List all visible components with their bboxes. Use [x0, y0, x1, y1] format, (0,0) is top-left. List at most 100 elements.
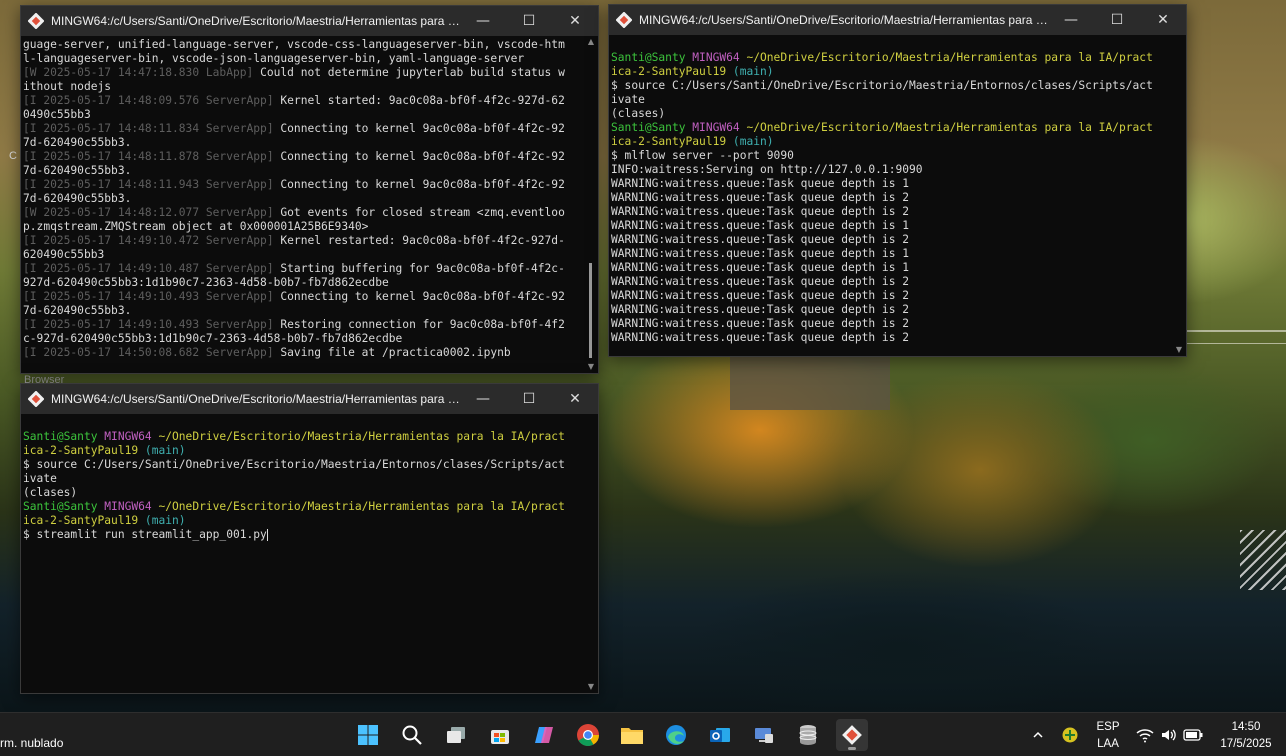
minimize-button[interactable]: — [460, 6, 506, 36]
terminal-line: l-languageserver-bin, vscode-json-langua… [23, 52, 584, 66]
maximize-button[interactable]: ☐ [1094, 5, 1140, 35]
scrollbar[interactable]: ▼ [586, 416, 596, 691]
terminal-line: p.zmqstream.ZMQStream object at 0x000001… [23, 220, 584, 234]
terminal-text: MINGW64 [104, 430, 159, 443]
battery-icon[interactable] [1180, 719, 1206, 751]
clock-date[interactable]: 17/5/2025 [1210, 738, 1282, 750]
language-indicator-bottom[interactable]: LAA [1092, 738, 1124, 750]
terminal-window-jupyter[interactable]: MINGW64:/c/Users/Santi/OneDrive/Escritor… [20, 5, 599, 374]
terminal-line: Santi@Santy MINGW64 ~/OneDrive/Escritori… [611, 51, 1172, 65]
minimize-button[interactable]: — [460, 384, 506, 414]
task-view-icon[interactable] [440, 719, 472, 751]
terminal-text: ithout nodejs [23, 80, 112, 93]
terminal-line: WARNING:waitress.queue:Task queue depth … [611, 317, 1172, 331]
language-indicator-top[interactable]: ESP [1092, 721, 1124, 733]
terminal-window-streamlit[interactable]: MINGW64:/c/Users/Santi/OneDrive/Escritor… [20, 383, 599, 694]
terminal-text: Restoring connection for 9ac0c08a-bf0f-4… [273, 318, 565, 331]
terminal-text: 927d-620490c55bb3:1d1b90c7-2363-4d58-b0b… [23, 276, 389, 289]
copilot-icon[interactable] [528, 719, 560, 751]
terminal-text: WARNING:waitress.queue:Task queue depth … [611, 219, 910, 232]
terminal-text: Connecting to kernel 9ac0c08a-bf0f-4f2c-… [273, 178, 565, 191]
scrollbar[interactable]: ▲ ▼ [586, 38, 596, 371]
terminal-line: 620490c55bb3 [23, 248, 584, 262]
peek-text-c: C [9, 150, 17, 162]
git-bash-icon[interactable] [836, 719, 868, 751]
remote-desktop-icon[interactable] [748, 719, 780, 751]
terminal-text: WARNING:waitress.queue:Task queue depth … [611, 233, 910, 246]
terminal-line: 7d-620490c55bb3. [23, 136, 584, 150]
chevron-up-icon[interactable] [1024, 719, 1052, 751]
terminal-window-mlflow[interactable]: MINGW64:/c/Users/Santi/OneDrive/Escritor… [608, 4, 1187, 357]
terminal-text: [I 2025-05-17 14:50:08.682 ServerApp] [23, 346, 274, 359]
scrollbar-thumb[interactable] [589, 263, 592, 358]
terminal-line: INFO:waitress:Serving on http://127.0.0.… [611, 163, 1172, 177]
terminal-text: WARNING:waitress.queue:Task queue depth … [611, 317, 910, 330]
close-button[interactable]: ✕ [552, 6, 598, 36]
minimize-button[interactable]: — [1048, 5, 1094, 35]
database-icon[interactable] [792, 719, 824, 751]
volume-icon[interactable] [1156, 719, 1182, 751]
terminal-line: ivate [23, 472, 584, 486]
terminal-text: Saving file at /practica0002.ipynb [273, 346, 511, 359]
terminal-text: WARNING:waitress.queue:Task queue depth … [611, 289, 910, 302]
terminal-text: WARNING:waitress.queue:Task queue depth … [611, 177, 910, 190]
file-explorer-icon[interactable] [616, 719, 648, 751]
terminal-text: (main) [732, 65, 774, 78]
terminal-text: [W 2025-05-17 14:48:12.077 ServerApp] [23, 206, 274, 219]
chrome-icon[interactable] [572, 719, 604, 751]
close-button[interactable]: ✕ [1140, 5, 1186, 35]
scroll-down-icon[interactable]: ▼ [1175, 346, 1183, 354]
title-bar[interactable]: MINGW64:/c/Users/Santi/OneDrive/Escritor… [21, 6, 598, 36]
terminal-text: WARNING:waitress.queue:Task queue depth … [611, 303, 910, 316]
terminal-text: ~/OneDrive/Escritorio/Maestria/Herramien… [158, 500, 565, 513]
windows-start-icon[interactable] [352, 719, 384, 751]
search-icon[interactable] [396, 719, 428, 751]
terminal-text: 7d-620490c55bb3. [23, 304, 132, 317]
microsoft-store-icon[interactable] [484, 719, 516, 751]
clock-time[interactable]: 14:50 [1214, 721, 1278, 733]
terminal-output[interactable]: guage-server, unified-language-server, v… [23, 38, 584, 371]
terminal-line: $ source C:/Users/Santi/OneDrive/Escrito… [23, 458, 584, 472]
status-tray-icon[interactable] [1056, 719, 1084, 751]
terminal-text: 0490c55bb3 [23, 108, 91, 121]
maximize-button[interactable]: ☐ [506, 384, 552, 414]
taskbar: rm. nublado ESP LAA 14:50 17/5/2025 [0, 712, 1286, 756]
scroll-down-icon[interactable]: ▼ [587, 683, 595, 691]
terminal-line: [I 2025-05-17 14:49:10.493 ServerApp] Re… [23, 318, 584, 332]
terminal-text: MINGW64 [104, 500, 159, 513]
terminal-text: Santi@Santy [611, 51, 693, 64]
scrollbar[interactable]: ▼ [1174, 37, 1184, 354]
scroll-down-icon[interactable]: ▼ [587, 363, 595, 371]
terminal-text: (clases) [611, 107, 666, 120]
terminal-text: [I 2025-05-17 14:49:10.472 ServerApp] [23, 234, 274, 247]
terminal-text: WARNING:waitress.queue:Task queue depth … [611, 261, 910, 274]
wifi-icon[interactable] [1132, 719, 1158, 751]
terminal-line: WARNING:waitress.queue:Task queue depth … [611, 289, 1172, 303]
terminal-output[interactable]: Santi@Santy MINGW64 ~/OneDrive/Escritori… [611, 37, 1172, 354]
close-button[interactable]: ✕ [552, 384, 598, 414]
terminal-line: ica-2-SantyPaul19 (main) [23, 444, 584, 458]
terminal-text: Kernel restarted: 9ac0c08a-bf0f-4f2c-927… [273, 234, 565, 247]
terminal-text: Starting buffering for 9ac0c08a-bf0f-4f2… [273, 262, 565, 275]
terminal-text: ~/OneDrive/Escritorio/Maestria/Herramien… [746, 51, 1153, 64]
window-title: MINGW64:/c/Users/Santi/OneDrive/Escritor… [51, 14, 460, 28]
maximize-button[interactable]: ☐ [506, 6, 552, 36]
scroll-up-icon[interactable]: ▲ [587, 38, 595, 46]
title-bar[interactable]: MINGW64:/c/Users/Santi/OneDrive/Escritor… [609, 5, 1186, 35]
terminal-text: l-languageserver-bin, vscode-json-langua… [23, 52, 525, 65]
outlook-icon[interactable] [704, 719, 736, 751]
title-bar[interactable]: MINGW64:/c/Users/Santi/OneDrive/Escritor… [21, 384, 598, 414]
terminal-text: [I 2025-05-17 14:48:11.943 ServerApp] [23, 178, 274, 191]
terminal-text: ivate [23, 472, 57, 485]
terminal-line: WARNING:waitress.queue:Task queue depth … [611, 191, 1172, 205]
edge-icon[interactable] [660, 719, 692, 751]
terminal-line: (clases) [23, 486, 584, 500]
terminal-text: WARNING:waitress.queue:Task queue depth … [611, 247, 910, 260]
terminal-line: Santi@Santy MINGW64 ~/OneDrive/Escritori… [23, 500, 584, 514]
text-cursor [266, 529, 268, 541]
terminal-line: ica-2-SantyPaul19 (main) [611, 135, 1172, 149]
weather-widget[interactable]: rm. nublado [0, 736, 63, 750]
stairs-detail [1240, 530, 1286, 590]
terminal-output[interactable]: Santi@Santy MINGW64 ~/OneDrive/Escritori… [23, 416, 584, 691]
